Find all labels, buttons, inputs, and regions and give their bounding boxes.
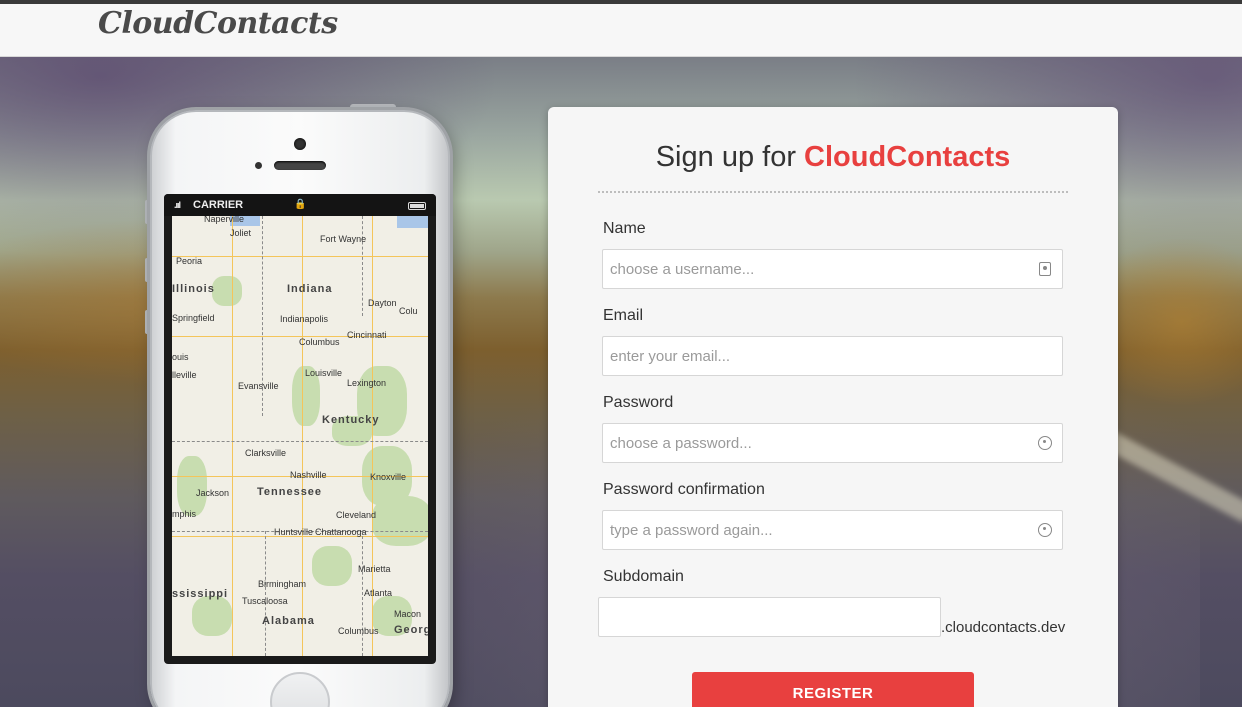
password-confirmation-input[interactable] <box>603 511 1062 549</box>
map-label: Dayton <box>368 298 397 308</box>
lock-icon: 🔒 <box>294 199 307 210</box>
password-confirmation-field <box>602 510 1063 550</box>
page-title: Sign up for CloudContacts <box>548 141 1118 174</box>
map-state-border <box>265 531 266 656</box>
phone-status-bar: .ııl CARRIER 🔒 <box>164 194 436 216</box>
map-road <box>232 216 233 656</box>
map-label: Lexington <box>347 378 387 388</box>
map-label: Naperville <box>204 216 245 224</box>
map-state-label: Illinois <box>172 283 215 295</box>
map-water <box>397 216 428 228</box>
map-label: Chattanooga <box>315 527 367 537</box>
map-label: Macon <box>394 609 422 619</box>
map-label: Cleveland <box>336 510 377 520</box>
password-input[interactable] <box>603 424 1062 462</box>
map-label: Indianapolis <box>280 314 329 324</box>
map-label: lleville <box>172 370 197 380</box>
email-label: Email <box>603 307 644 324</box>
map-state-label: Tennessee <box>257 486 323 498</box>
map-state-label: Georg <box>394 624 428 636</box>
name-input[interactable] <box>603 250 1062 288</box>
map-label: ouis <box>172 352 189 362</box>
register-button[interactable]: REGISTER <box>692 672 974 707</box>
map-label: Tuscaloosa <box>242 596 288 606</box>
map-label: Columbus <box>299 337 340 347</box>
subdomain-input[interactable] <box>599 598 940 636</box>
name-field <box>602 249 1063 289</box>
map-label: mphis <box>172 509 197 519</box>
phone-speaker <box>274 161 326 170</box>
map-label: Joliet <box>230 228 252 238</box>
signup-card: Sign up for CloudContacts Name Email Pas… <box>548 107 1118 707</box>
map-label: Peoria <box>176 256 203 266</box>
map-road <box>172 256 428 257</box>
map-label: Cincinnati <box>347 330 387 340</box>
subdomain-label: Subdomain <box>603 568 684 585</box>
map-forest <box>212 276 242 306</box>
map-state-border <box>362 216 363 316</box>
map-label: Columbus <box>338 626 379 636</box>
map-label: Clarksville <box>245 448 287 458</box>
email-field <box>602 336 1063 376</box>
map-view[interactable]: Naperville Joliet Fort Wayne Peoria Indi… <box>172 216 428 656</box>
brand-logo[interactable]: CloudContacts <box>98 6 338 41</box>
email-input[interactable] <box>603 337 1062 375</box>
map-state-label: ssissippi <box>172 588 229 600</box>
phone-sensor <box>255 162 262 169</box>
map-forest <box>192 596 232 636</box>
top-navbar: CloudContacts <box>0 0 1242 57</box>
password-field <box>602 423 1063 463</box>
carrier-label: CARRIER <box>193 199 244 211</box>
subdomain-suffix: .cloudcontacts.dev <box>941 619 1066 636</box>
map-label: Birmingham <box>258 579 307 589</box>
map-label: Fort Wayne <box>320 234 367 244</box>
subdomain-field <box>598 597 941 637</box>
map-state-label: Kentucky <box>322 414 380 426</box>
password-confirmation-label: Password confirmation <box>603 481 765 498</box>
map-road <box>302 216 303 656</box>
map-label: Knoxville <box>370 472 407 482</box>
map-label: Marietta <box>358 564 391 574</box>
title-brand: CloudContacts <box>804 141 1011 173</box>
name-label: Name <box>603 220 646 237</box>
password-label: Password <box>603 394 674 411</box>
password-manager-icon[interactable] <box>1038 523 1052 537</box>
map-label: Louisville <box>305 368 343 378</box>
phone-camera <box>294 138 306 150</box>
password-manager-icon[interactable] <box>1038 436 1052 450</box>
map-label: Huntsville <box>274 527 314 537</box>
contact-card-icon <box>1039 262 1051 276</box>
map-state-label: Indiana <box>287 283 333 295</box>
title-divider <box>598 191 1068 193</box>
title-prefix: Sign up for <box>655 141 796 173</box>
map-label: Colu <box>399 306 418 316</box>
map-forest <box>312 546 352 586</box>
map-forest <box>372 496 428 546</box>
map-forest <box>177 456 207 516</box>
map-label: Atlanta <box>364 588 393 598</box>
map-state-border <box>172 441 428 442</box>
map-label: Evansville <box>238 381 279 391</box>
map-label: Nashville <box>290 470 327 480</box>
map-state-label: Alabama <box>262 615 315 627</box>
map-label: Jackson <box>196 488 230 498</box>
phone-screen: .ııl CARRIER 🔒 Naperville Joliet Fort Wa… <box>164 194 436 664</box>
signal-icon: .ııl <box>174 200 181 210</box>
map-state-border <box>362 536 363 656</box>
battery-icon <box>408 202 426 210</box>
map-label: Springfield <box>172 313 215 323</box>
